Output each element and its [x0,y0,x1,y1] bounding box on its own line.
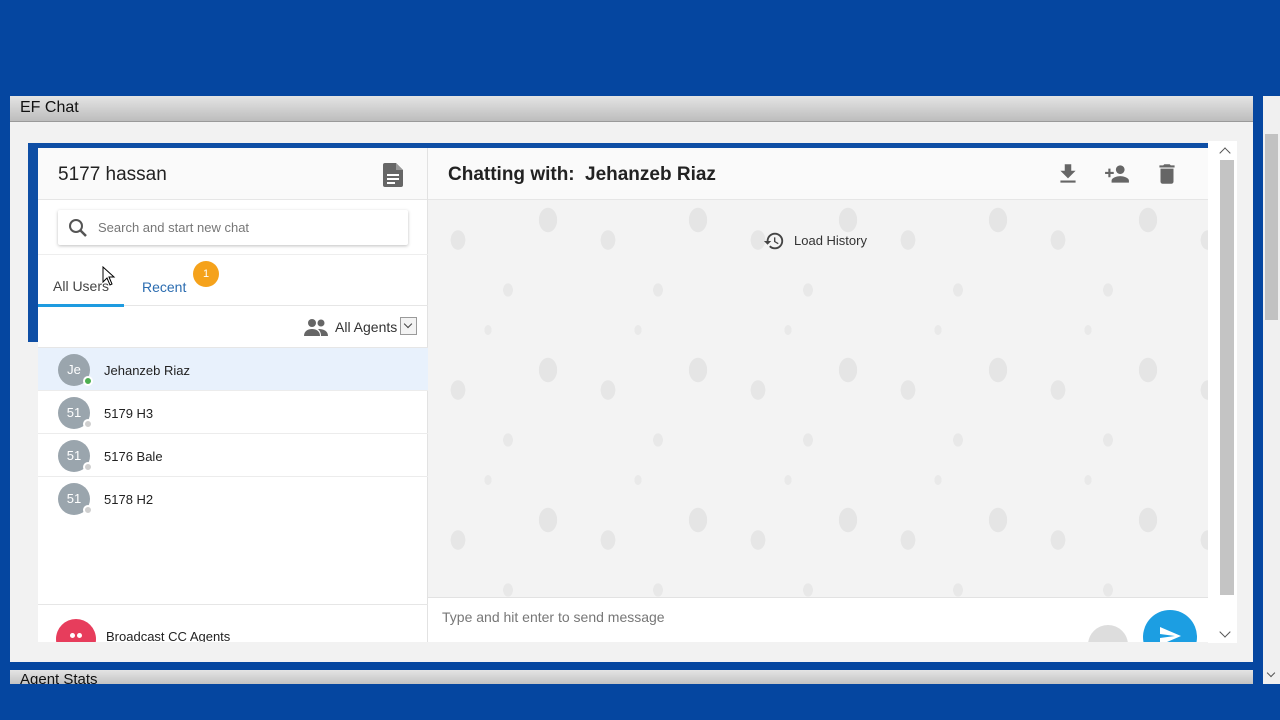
panel-title: EF Chat [20,99,79,116]
chat-app: 5177 hassan All Users [38,148,1208,642]
agent-filter-dropdown[interactable] [400,317,417,335]
conversation-pane: Chatting with: Jehanzeb Riaz Load Histor… [428,148,1208,642]
agent-filter-row: All Agents [38,306,428,348]
online-status-dot [83,376,93,386]
reply-button[interactable] [1088,625,1128,642]
conversation-header: Chatting with: Jehanzeb Riaz [428,148,1208,200]
send-button[interactable] [1143,610,1197,642]
add-person-icon[interactable] [1104,161,1130,187]
send-icon [1160,627,1181,642]
chat-partner-name: Jehanzeb Riaz [585,164,716,185]
page-scrollbar-thumb[interactable] [1265,134,1278,320]
offline-status-dot [83,505,93,515]
chatting-with-label: Chatting with: [448,164,575,185]
user-row[interactable]: 51 5176 Bale [38,434,428,477]
message-input[interactable] [442,606,1042,628]
load-history-label: Load History [794,233,867,248]
broadcast-icon [56,619,96,642]
ef-chat-panel: EF Chat 5177 hassan Search and start new… [10,96,1253,662]
current-user-title: 5177 hassan [58,164,167,185]
recent-badge: 1 [193,261,219,287]
search-icon [69,219,87,237]
message-area: Load History [428,200,1208,597]
user-name: Jehanzeb Riaz [104,363,190,378]
user-name: 5179 H3 [104,406,154,421]
tab-label: All Users [53,278,110,294]
chat-scrollbar-thumb[interactable] [1220,160,1234,595]
user-row[interactable]: 51 5178 H2 [38,477,428,520]
user-name: 5176 Bale [104,449,163,464]
broadcast-row[interactable]: Broadcast CC Agents [38,604,428,642]
search-input[interactable] [98,210,398,245]
message-composer [428,597,1208,642]
contact-tabs: All Users Recent 1 [38,254,428,307]
user-name: 5178 H2 [104,492,154,507]
contacts-pane: 5177 hassan All Users [38,148,428,642]
contacts-header: 5177 hassan [38,148,427,200]
panel-header: EF Chat [10,96,1253,122]
mouse-cursor-icon [102,266,116,286]
agent-filter-label: All Agents [335,319,398,335]
offline-status-dot [83,462,93,472]
user-row[interactable]: 51 5179 H3 [38,391,428,434]
tab-label: Recent [142,279,187,295]
search-box [58,210,408,245]
document-icon[interactable] [383,163,403,187]
trash-icon[interactable] [1154,161,1180,187]
user-list: Je Jehanzeb Riaz 51 5179 H3 51 5176 Bale… [38,348,428,520]
broadcast-label: Broadcast CC Agents [106,629,231,642]
agent-stats-panel-header[interactable]: Agent Stats [10,670,1253,684]
user-row[interactable]: Je Jehanzeb Riaz [38,348,428,391]
agent-stats-title: Agent Stats [20,671,98,684]
offline-status-dot [83,419,93,429]
history-icon [763,232,784,250]
people-icon [304,319,328,336]
download-icon[interactable] [1055,161,1081,187]
